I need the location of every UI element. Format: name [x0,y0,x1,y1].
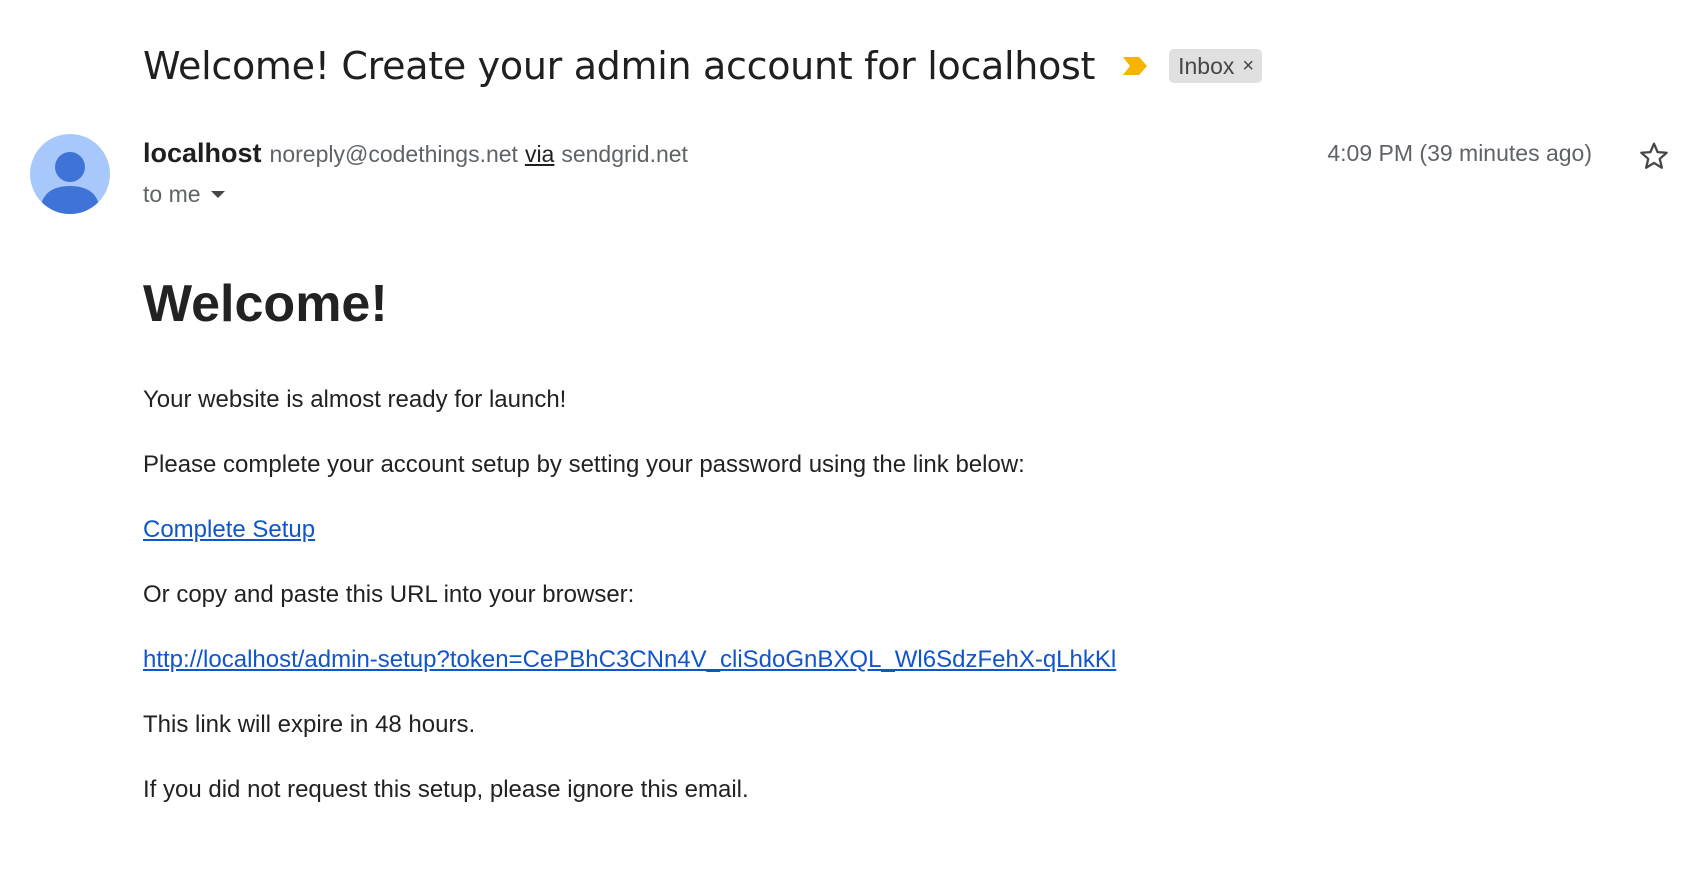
email-timestamp: 4:09 PM (39 minutes ago) [1327,140,1592,166]
complete-setup-link[interactable]: Complete Setup [143,516,315,543]
body-line-instructions: Please complete your account setup by se… [143,451,1025,478]
body-line-ignore: If you did not request this setup, pleas… [143,776,749,803]
setup-url-paragraph: http://localhost/admin-setup?token=CePBh… [143,645,1643,675]
via-link[interactable]: via [525,141,554,168]
subject-row: Welcome! Create your admin account for l… [143,38,1263,94]
remove-label-icon[interactable]: × [1242,56,1254,76]
body-line-copy-url: Or copy and paste this URL into your bro… [143,581,635,608]
email-body: Welcome! Your website is almost ready fo… [143,272,1643,805]
person-avatar-icon [40,152,100,214]
sender-avatar[interactable] [30,134,110,214]
caret-down-icon [210,191,225,198]
email-subject: Welcome! Create your admin account for l… [143,44,1096,88]
setup-link-paragraph: Complete Setup [143,515,1643,545]
recipient-text: to me [143,181,201,207]
sender-line: localhost noreply@codethings.net via sen… [143,138,688,169]
setup-url-link[interactable]: http://localhost/admin-setup?token=CePBh… [143,646,1116,673]
inbox-label-chip[interactable]: Inbox × [1169,49,1263,83]
label-text: Inbox [1178,52,1235,79]
sender-name[interactable]: localhost [143,138,262,169]
body-heading: Welcome! [143,275,388,333]
star-icon[interactable] [1638,140,1670,172]
via-domain: sendgrid.net [561,141,688,167]
body-line-ready: Your website is almost ready for launch! [143,386,567,413]
recipient-details-toggle[interactable]: to me [143,181,225,208]
importance-marker-icon[interactable] [1121,55,1149,77]
body-line-expiry: This link will expire in 48 hours. [143,711,476,738]
sender-email: noreply@codethings.net [269,141,518,167]
